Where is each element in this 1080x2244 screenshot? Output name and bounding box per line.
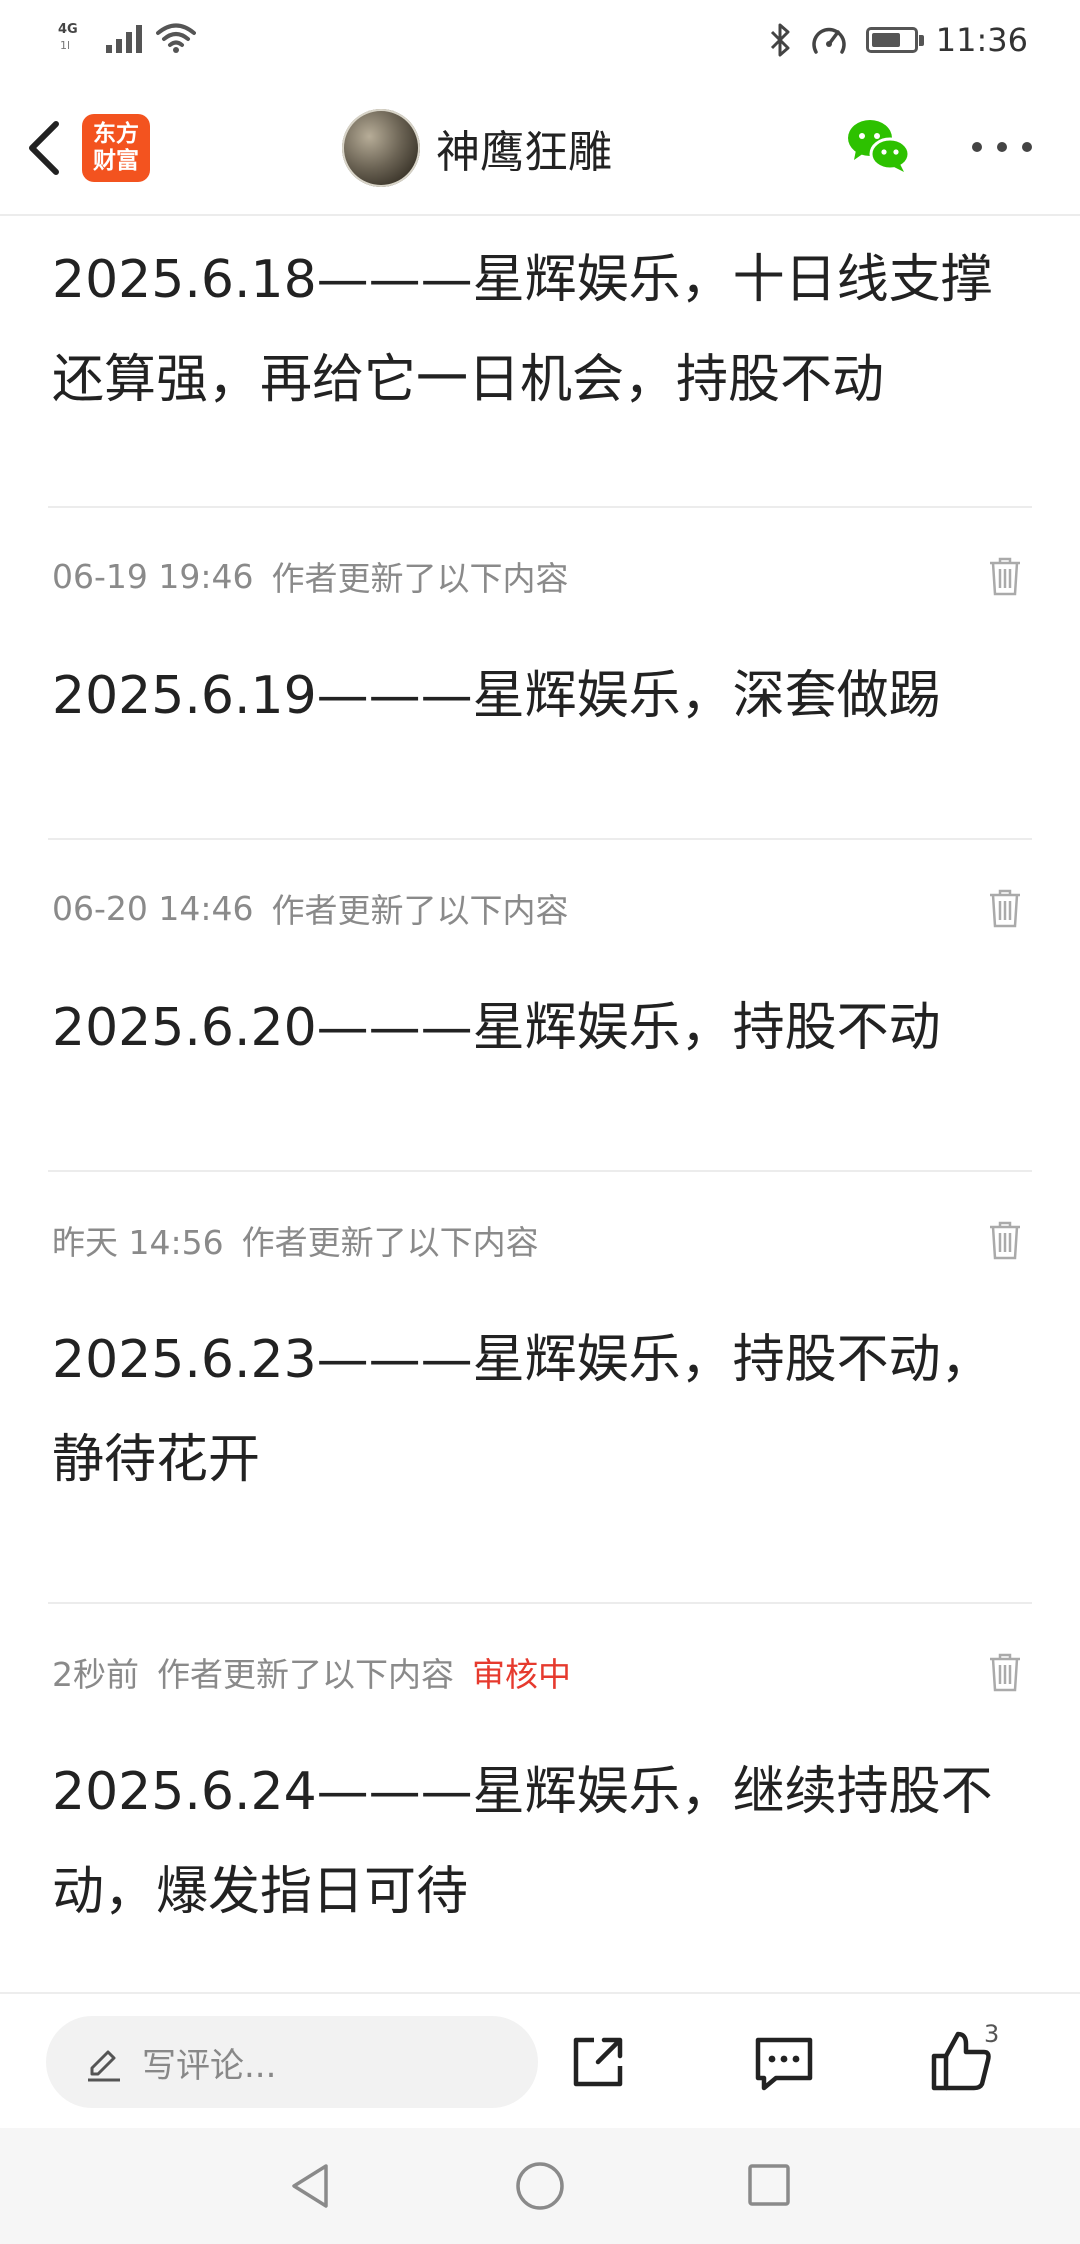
clock: 11:36 xyxy=(935,21,1028,59)
battery-icon xyxy=(865,27,924,53)
app-logo[interactable]: 东方 财富 xyxy=(82,114,150,182)
network-sub-label: 1l xyxy=(60,39,71,52)
comment-input[interactable]: 写评论... xyxy=(46,2016,538,2108)
speed-icon xyxy=(812,27,846,54)
app-logo-line1: 东方 xyxy=(93,121,139,147)
divider xyxy=(48,506,1032,508)
status-bar: 4G 1l 11:36 xyxy=(0,0,1080,80)
system-navigation-bar xyxy=(0,2128,1080,2244)
update-meta: 06-20 14:46 作者更新了以下内容 xyxy=(52,888,568,931)
update-meta: 昨天 14:56 作者更新了以下内容 xyxy=(52,1220,539,1262)
like-count: 3 xyxy=(984,2020,1000,2048)
trash-icon[interactable] xyxy=(988,1652,1022,1692)
divider xyxy=(48,1602,1032,1604)
wechat-icon[interactable] xyxy=(846,116,910,174)
update-time: 2秒前 xyxy=(52,1655,139,1694)
chevron-left-icon[interactable] xyxy=(20,116,70,180)
square-recent-icon[interactable] xyxy=(746,2162,792,2208)
review-status-badge: 审核中 xyxy=(472,1655,571,1694)
message-icon[interactable] xyxy=(752,2034,816,2094)
top-navigation-bar: 东方 财富 神鹰狂雕 xyxy=(0,80,1080,216)
trash-icon[interactable] xyxy=(988,556,1022,596)
update-meta: 06-19 19:46 作者更新了以下内容 xyxy=(52,556,568,599)
update-label: 作者更新了以下内容 xyxy=(241,1223,539,1262)
network-type: 4G 1l xyxy=(58,21,92,55)
update-time: 昨天 14:56 xyxy=(52,1223,224,1262)
share-icon[interactable] xyxy=(568,2032,628,2092)
more-dots-icon[interactable] xyxy=(972,132,1032,162)
update-text: 2025.6.24———星辉娱乐，继续持股不动，爆发指日可待 xyxy=(52,1762,993,1922)
update-time: 06-19 19:46 xyxy=(52,556,254,596)
update-label: 作者更新了以下内容 xyxy=(157,1655,454,1694)
network-type-label: 4G xyxy=(58,22,78,37)
pencil-icon xyxy=(88,2050,120,2082)
divider xyxy=(48,1170,1032,1172)
comment-placeholder: 写评论... xyxy=(142,2045,277,2086)
post-entry-text: 2025.6.18———星辉娱乐，十日线支撑还算强，再给它一日机会，持股不动 xyxy=(52,250,993,410)
signal-icon xyxy=(106,23,142,53)
update-meta: 2秒前 作者更新了以下内容 审核中 xyxy=(52,1652,571,1694)
wifi-icon xyxy=(156,23,196,53)
circle-home-icon[interactable] xyxy=(514,2160,566,2212)
update-label: 作者更新了以下内容 xyxy=(271,559,569,598)
trash-icon[interactable] xyxy=(988,1220,1022,1260)
author-info[interactable]: 神鹰狂雕 xyxy=(342,108,612,188)
author-name[interactable]: 神鹰狂雕 xyxy=(436,116,612,180)
trash-icon[interactable] xyxy=(988,888,1022,928)
triangle-back-icon[interactable] xyxy=(286,2160,334,2212)
status-bar-left: 4G 1l xyxy=(58,18,196,58)
status-bar-right: 11:36 xyxy=(768,14,1028,66)
update-time: 06-20 14:46 xyxy=(52,888,254,928)
update-label: 作者更新了以下内容 xyxy=(271,891,569,930)
battery-fill xyxy=(871,33,900,47)
avatar[interactable] xyxy=(342,109,420,187)
update-text: 2025.6.23———星辉娱乐，持股不动，静待花开 xyxy=(52,1330,993,1490)
bluetooth-icon xyxy=(770,23,790,57)
update-text: 2025.6.19———星辉娱乐，深套做踢 xyxy=(52,666,941,726)
bottom-action-bar: 写评论... 3 xyxy=(0,1992,1080,2128)
divider xyxy=(48,838,1032,840)
app-logo-line2: 财富 xyxy=(93,148,139,174)
update-text: 2025.6.20———星辉娱乐，持股不动 xyxy=(52,998,941,1058)
